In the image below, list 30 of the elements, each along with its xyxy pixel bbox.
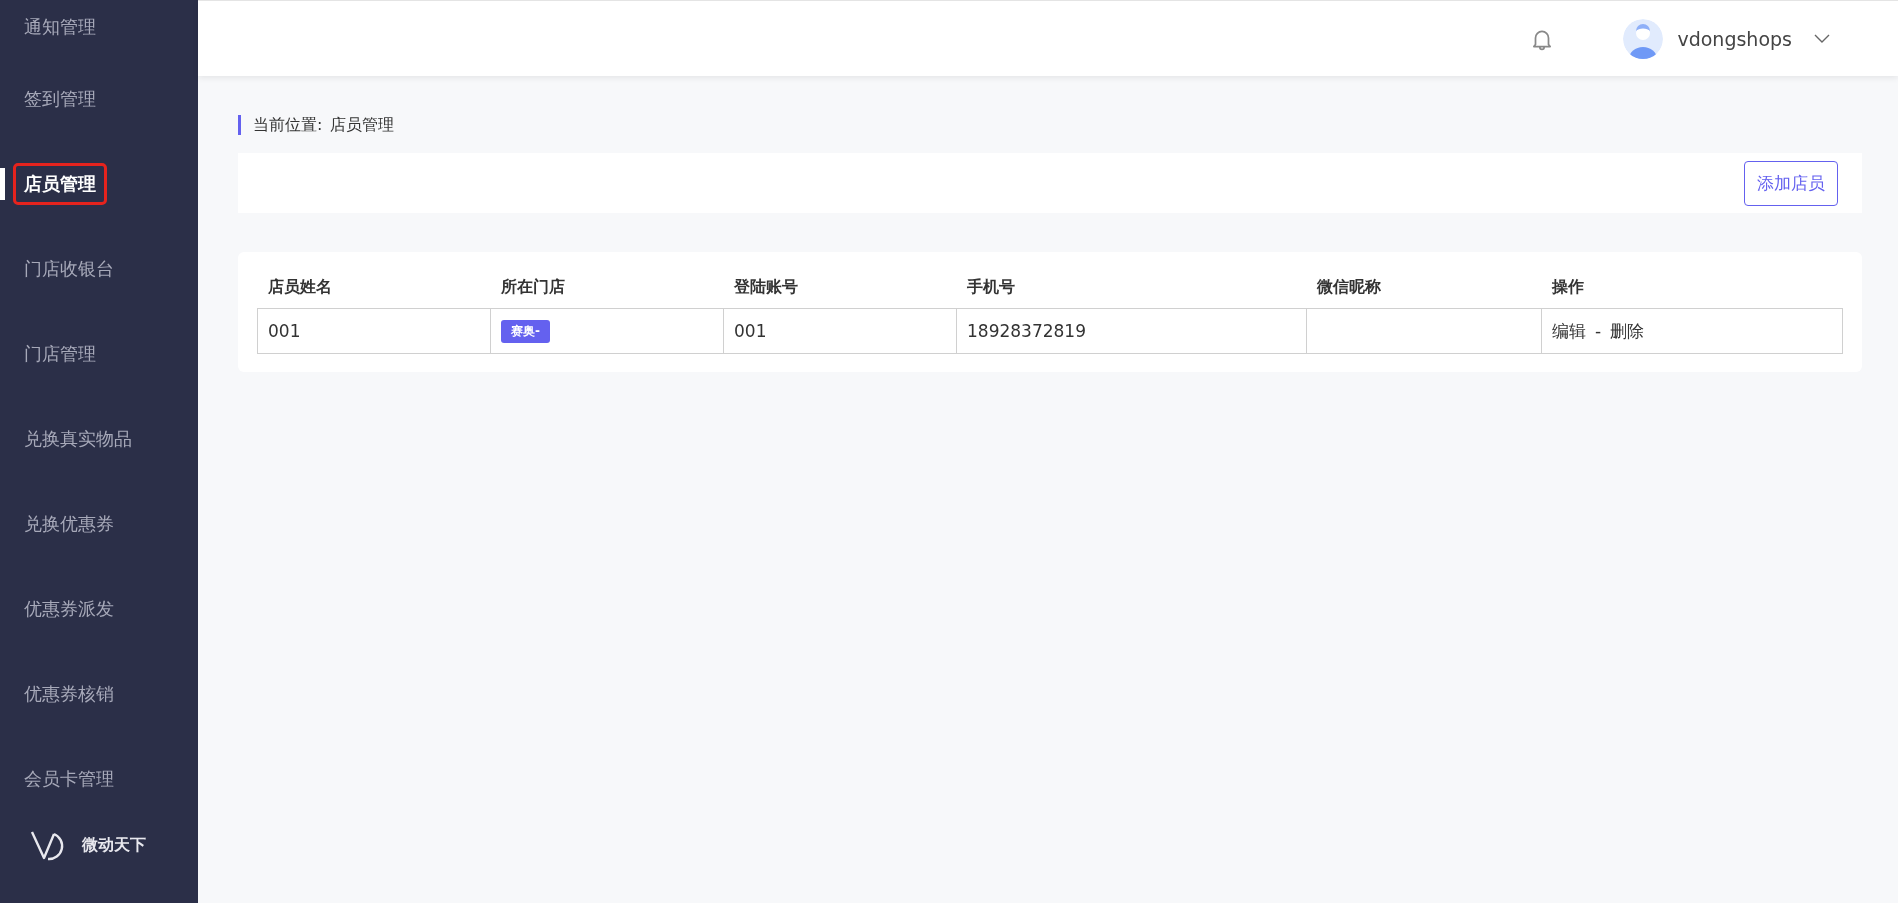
table-cell: 001	[257, 308, 491, 354]
breadcrumb-current: 店员管理	[330, 115, 395, 135]
avatar-icon[interactable]	[1623, 18, 1664, 59]
sidebar-item[interactable]: 优惠券核销	[13, 673, 125, 715]
username[interactable]: vdongshops	[1677, 27, 1792, 50]
chevron-down-icon[interactable]	[1814, 33, 1830, 44]
column-header: 微信昵称	[1306, 277, 1542, 309]
sidebar-item[interactable]: 门店管理	[13, 333, 107, 375]
sidebar-item[interactable]: 兑换真实物品	[13, 418, 143, 460]
table-cell: 18928372819	[956, 308, 1307, 354]
sidebar-item[interactable]: 兑换优惠券	[13, 503, 125, 545]
sidebar-item[interactable]: 签到管理	[13, 78, 107, 120]
sidebar-item[interactable]: 通知管理	[13, 6, 107, 48]
sidebar-item[interactable]: 店员管理	[13, 163, 107, 205]
column-header: 店员姓名	[257, 277, 491, 309]
column-header: 所在门店	[490, 277, 724, 309]
breadcrumb-label: 当前位置:	[253, 115, 323, 135]
column-header: 操作	[1541, 277, 1843, 309]
action-link[interactable]: 编辑	[1552, 320, 1586, 341]
brand-name: 微动天下	[82, 834, 146, 856]
store-tag: 赛奥-	[501, 320, 550, 343]
table-cell: 001	[723, 308, 957, 354]
separator: -	[1595, 320, 1602, 341]
column-header: 手机号	[956, 277, 1307, 309]
add-staff-button[interactable]: 添加店员	[1744, 160, 1838, 206]
sidebar-item[interactable]: 会员卡管理	[13, 758, 125, 800]
sidebar-item[interactable]: 优惠券派发	[13, 588, 125, 630]
column-header: 登陆账号	[723, 277, 957, 309]
sidebar-item[interactable]: 门店收银台	[13, 248, 125, 290]
action-link[interactable]: 删除	[1610, 320, 1645, 341]
